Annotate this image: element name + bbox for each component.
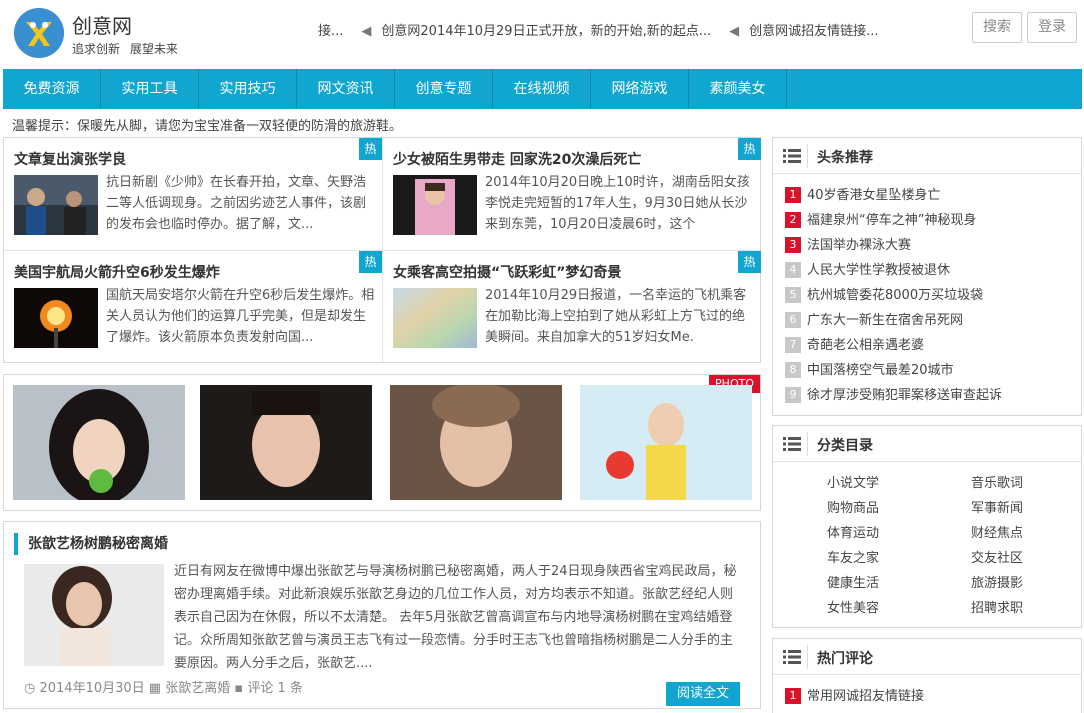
list-icon (783, 650, 801, 664)
category-link[interactable]: 购物商品 (827, 497, 879, 516)
card-thumbnail[interactable] (14, 175, 98, 235)
card-description: 2014年10月20日晚上10时许，湖南岳阳女孩李悦走完短暂的17年人生，9月3… (485, 175, 750, 232)
nav-item-news[interactable]: 网文资讯 (297, 69, 395, 109)
nav-item-tips[interactable]: 实用技巧 (199, 69, 297, 109)
nav-item-tools[interactable]: 实用工具 (101, 69, 199, 109)
speaker-icon: ◀ (729, 24, 740, 39)
category-link[interactable]: 招聘求职 (971, 597, 1023, 616)
photo-thumbnail[interactable] (13, 385, 185, 500)
category-link[interactable]: 小说文学 (827, 472, 879, 491)
category-link[interactable]: 车友之家 (827, 547, 879, 566)
article-image[interactable] (24, 564, 164, 666)
login-button[interactable]: 登录 (1027, 12, 1077, 43)
sidebar-header: 分类目录 (773, 426, 1081, 462)
category-link[interactable]: 旅游摄影 (971, 572, 1023, 591)
site-header: 创意网 追求创新 展望未来 接... ◀ 创意网2014年10月29日正式开放，新… (0, 0, 1084, 68)
category-link[interactable]: 财经焦点 (971, 522, 1023, 541)
article-meta: ◷ 2014年10月30日 ▦ 张歆艺离婚 ▪ 评论 1 条 (24, 677, 303, 696)
category-link[interactable]: 体育运动 (827, 522, 879, 541)
main-nav: 免费资源 实用工具 实用技巧 网文资讯 创意专题 在线视频 网络游戏 素颜美女 (3, 69, 1082, 109)
news-card[interactable]: 文章复出演张学良 热 抗日新剧《少帅》在长春开拍，文章、矢野浩二等人低调现身。之… (4, 138, 382, 250)
nav-item-free-resources[interactable]: 免费资源 (3, 69, 101, 109)
card-description: 国航天局安塔尔火箭在升空6秒后发生爆炸。相关人员认为他们的运算几乎完美，但是却发… (106, 288, 375, 345)
tip-text: 温馨提示：保暖先从脚，请您为宝宝准备一双轻便的防滑的旅游鞋。 (12, 119, 403, 134)
card-thumbnail[interactable] (393, 175, 477, 235)
list-icon (783, 437, 801, 451)
list-icon (783, 149, 801, 163)
card-description: 2014年10月29日报道，一名幸运的飞机乘客在加勒比海上空拍到了她从彩虹上方飞… (485, 288, 747, 345)
clock-icon: ◷ (24, 681, 36, 696)
article-title[interactable]: 张歆艺杨树鹏秘密离婚 (14, 533, 168, 555)
article-excerpt: 近日有网友在微博中爆出张歆艺与导演杨树鹏已秘密离婚，两人于24日现身陕西省宝鸡民… (174, 564, 737, 671)
search-button[interactable]: 搜索 (972, 12, 1022, 43)
nav-item-topics[interactable]: 创意专题 (395, 69, 493, 109)
site-logo-icon[interactable] (14, 8, 64, 58)
hot-comments-sidebar: 热门评论 1 常用网诚招友情链接 (772, 638, 1082, 713)
category-link[interactable]: 女性美容 (827, 597, 879, 616)
article-tag[interactable]: 张歆艺离婚 (165, 681, 230, 696)
sidebar-title: 分类目录 (817, 438, 873, 454)
comment-icon: ▪ (234, 681, 244, 696)
rank-item[interactable]: 5 杭州城管委花8000万买垃圾袋 (785, 284, 983, 303)
photo-thumbnail[interactable] (390, 385, 562, 500)
category-link[interactable]: 交友社区 (971, 547, 1023, 566)
card-thumbnail[interactable] (393, 288, 477, 348)
card-title[interactable]: 少女被陌生男带走 回家洗20次澡后死亡 (393, 149, 641, 169)
hot-badge: 热 (359, 138, 382, 160)
rank-item[interactable]: 2 福建泉州“停车之神”神秘现身 (785, 209, 976, 228)
sidebar-header: 热门评论 (773, 639, 1081, 675)
sidebar-title: 头条推荐 (817, 150, 873, 166)
card-title[interactable]: 女乘客高空拍摄“飞跃彩虹”梦幻奇景 (393, 262, 621, 282)
nav-item-beauty[interactable]: 素颜美女 (689, 69, 787, 109)
category-link[interactable]: 健康生活 (827, 572, 879, 591)
card-title[interactable]: 美国宇航局火箭升空6秒发生爆炸 (14, 262, 220, 282)
category-link[interactable]: 军事新闻 (971, 497, 1023, 516)
hot-badge: 热 (738, 251, 761, 273)
card-title[interactable]: 文章复出演张学良 (14, 149, 126, 169)
divider (807, 144, 808, 168)
rank-item[interactable]: 9 徐才厚涉受贿犯罪案移送审查起诉 (785, 384, 1002, 403)
article-comments[interactable]: 评论 1 条 (247, 681, 303, 696)
rank-item[interactable]: 6 广东大一新生在宿舍吊死网 (785, 309, 963, 328)
hot-news-panel: 文章复出演张学良 热 抗日新剧《少帅》在长春开拍，文章、矢野浩二等人低调现身。之… (3, 137, 761, 363)
speaker-icon: ◀ (361, 24, 372, 39)
news-card[interactable]: 美国宇航局火箭升空6秒发生爆炸 热 国航天局安塔尔火箭在升空6秒后发生爆炸。相关… (4, 251, 382, 363)
hot-badge: 热 (359, 251, 382, 273)
read-more-button[interactable]: 阅读全文 (666, 682, 740, 706)
article-date: 2014年10月30日 (39, 681, 145, 696)
rank-item[interactable]: 4 人民大学性学教授被退休 (785, 259, 950, 278)
rank-item[interactable]: 1 40岁香港女星坠楼身亡 (785, 184, 941, 203)
rank-item[interactable]: 1 常用网诚招友情链接 (785, 685, 924, 704)
site-name[interactable]: 创意网 (72, 10, 132, 39)
news-card[interactable]: 少女被陌生男带走 回家洗20次澡后死亡 热 2014年10月20日晚上10时许，… (383, 138, 761, 250)
rank-item[interactable]: 7 奇葩老公相亲遇老婆 (785, 334, 924, 353)
news-card[interactable]: 女乘客高空拍摄“飞跃彩虹”梦幻奇景 热 2014年10月29日报道，一名幸运的飞… (383, 251, 761, 363)
sidebar-title: 热门评论 (817, 651, 873, 667)
article-panel: 张歆艺杨树鹏秘密离婚 近日有网友在微博中爆出张歆艺与导演杨树鹏已秘密离婚，两人于… (3, 521, 761, 709)
divider (807, 645, 808, 669)
rank-item[interactable]: 3 法国举办裸泳大赛 (785, 234, 911, 253)
category-icon: ▦ (148, 681, 162, 696)
site-slogan: 追求创新 展望未来 (72, 42, 178, 56)
photo-thumbnail[interactable] (580, 385, 752, 500)
nav-item-video[interactable]: 在线视频 (493, 69, 591, 109)
card-description: 抗日新剧《少帅》在长春开拍，文章、矢野浩二等人低调现身。之前因劣迹艺人事件，该剧… (106, 175, 367, 232)
card-thumbnail[interactable] (14, 288, 98, 348)
category-link[interactable]: 音乐歌词 (971, 472, 1023, 491)
sidebar-header: 头条推荐 (773, 138, 1081, 174)
ticker-item[interactable]: ◀ 创意网诚招友情链接... (729, 20, 878, 39)
hot-badge: 热 (738, 138, 761, 160)
ticker-item[interactable]: ◀ 创意网2014年10月29日正式开放，新的开始,新的起点... (361, 20, 711, 39)
ticker-item[interactable]: 接... (318, 20, 343, 39)
divider (807, 432, 808, 456)
category-sidebar: 分类目录 小说文学 音乐歌词 购物商品 军事新闻 体育运动 财经焦点 车友之家 … (772, 425, 1082, 628)
rank-item[interactable]: 8 中国落榜空气最差20城市 (785, 359, 954, 378)
news-ticker: 接... ◀ 创意网2014年10月29日正式开放，新的开始,新的起点... ◀ 创… (318, 20, 879, 39)
photo-thumbnail[interactable] (200, 385, 372, 500)
nav-item-games[interactable]: 网络游戏 (591, 69, 689, 109)
photo-panel: PHOTO (3, 374, 761, 511)
top-news-sidebar: 头条推荐 1 40岁香港女星坠楼身亡 2 福建泉州“停车之神”神秘现身 3 法国举办裸… (772, 137, 1082, 416)
